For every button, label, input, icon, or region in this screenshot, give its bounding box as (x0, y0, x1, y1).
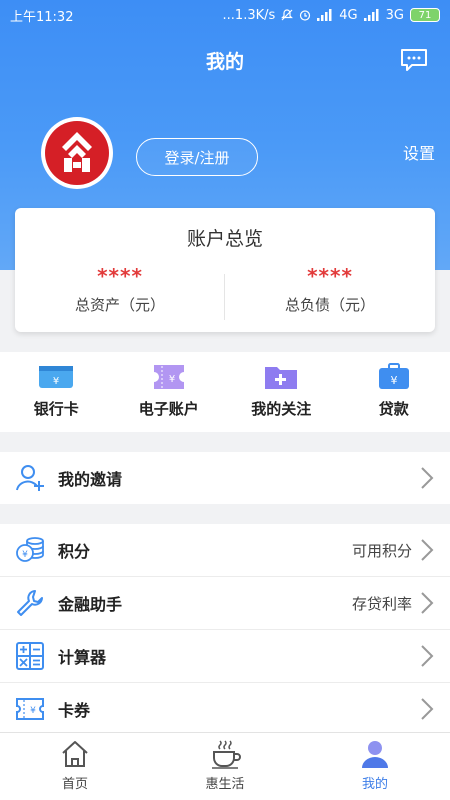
points-coins-icon: ¥ (16, 537, 44, 562)
svg-text:¥: ¥ (390, 374, 397, 387)
user-icon (362, 741, 388, 768)
total-assets[interactable]: **** 总资产（元） (15, 264, 225, 315)
quick-action-label: 电子账户 (138, 400, 199, 418)
message-icon[interactable] (400, 48, 428, 72)
invite-label: 我的邀请 (58, 470, 123, 489)
chevron-right-icon (421, 698, 434, 720)
svg-text:¥: ¥ (53, 376, 59, 387)
svg-text:¥: ¥ (22, 550, 28, 560)
menu-label: 卡券 (58, 701, 91, 720)
add-person-icon (16, 465, 44, 491)
chevron-right-icon (421, 592, 434, 614)
menu-row-finance-assistant[interactable]: 金融助手 存贷利率 (0, 577, 450, 629)
bank-logo-icon (45, 121, 109, 185)
quick-action-label: 银行卡 (33, 400, 79, 418)
signal-icon (317, 9, 332, 21)
bank-logo-avatar[interactable] (41, 117, 113, 189)
total-assets-value: **** (97, 264, 143, 288)
menu-hint: 可用积分 (351, 541, 412, 560)
status-indicators: ...1.3K/s 4G 3G 71 (223, 8, 440, 23)
svg-text:¥: ¥ (30, 706, 36, 716)
chevron-right-icon (421, 645, 434, 667)
menu-label: 计算器 (58, 648, 107, 667)
chevron-right-icon (421, 467, 434, 489)
svg-text:¥: ¥ (169, 374, 175, 385)
network-type-1: 4G (339, 7, 358, 23)
title-bar: 我的 (0, 40, 450, 80)
wrench-icon (17, 590, 43, 616)
loan-briefcase-icon: ¥ (378, 363, 409, 389)
alarm-icon (300, 10, 311, 21)
settings-link[interactable]: 设置 (403, 140, 435, 164)
quick-action-loan[interactable]: ¥ 贷款 (338, 352, 450, 432)
chevron-right-icon (421, 539, 434, 561)
menu-row-points[interactable]: ¥ 积分 可用积分 (0, 524, 450, 576)
quick-action-label: 我的关注 (251, 400, 312, 418)
status-time: 上午11:32 (10, 9, 74, 25)
mute-icon (281, 9, 294, 21)
bank-card-icon: ¥ (39, 366, 74, 388)
tab-label: 我的 (361, 777, 388, 792)
menu-row-coupons[interactable]: ¥ 卡券 (0, 683, 450, 735)
quick-action-label: 贷款 (378, 400, 409, 418)
total-assets-label: 总资产（元） (74, 296, 165, 314)
total-liabilities-value: **** (307, 264, 353, 288)
menu-row-calculator[interactable]: 计算器 (0, 630, 450, 682)
tab-mine[interactable]: 我的 (300, 733, 450, 800)
login-register-button[interactable]: 登录/注册 (136, 138, 258, 176)
coupon-icon: ¥ (16, 698, 44, 720)
tab-home[interactable]: 首页 (0, 733, 150, 800)
menu-label: 积分 (58, 542, 91, 561)
tab-life[interactable]: 惠生活 (150, 733, 300, 800)
favorites-folder-icon (265, 367, 298, 389)
quick-actions: ¥ 银行卡 ¥ 电子账户 我的关注 ¥ 贷款 (0, 352, 450, 432)
invite-row[interactable]: 我的邀请 (0, 452, 450, 504)
status-bar: 上午11:32 ...1.3K/s 4G 3G 71 (0, 0, 450, 30)
tab-label: 首页 (61, 777, 88, 792)
account-overview-card[interactable]: 账户总览 **** 总资产（元） **** 总负债（元） (15, 208, 435, 332)
quick-action-e-account[interactable]: ¥ 电子账户 (113, 352, 226, 432)
battery-icon: 71 (410, 8, 440, 22)
e-account-icon: ¥ (153, 365, 184, 389)
calculator-icon (16, 642, 44, 670)
tab-label: 惠生活 (205, 777, 245, 792)
overview-title: 账户总览 (186, 228, 263, 250)
coffee-cup-icon (212, 740, 241, 769)
total-liabilities-label: 总负债（元） (284, 296, 375, 314)
menu-hint: 存贷利率 (351, 594, 412, 613)
quick-action-favorites[interactable]: 我的关注 (225, 352, 338, 432)
network-speed: ...1.3K/s (222, 7, 276, 23)
page-title: 我的 (205, 50, 244, 73)
bottom-navigation: 首页 惠生活 我的 (0, 732, 450, 800)
quick-action-bank-card[interactable]: ¥ 银行卡 (0, 352, 113, 432)
network-type-2: 3G (385, 7, 404, 23)
menu-label: 金融助手 (58, 595, 123, 614)
signal-icon-2 (363, 9, 379, 21)
total-liabilities[interactable]: **** 总负债（元） (225, 264, 435, 315)
home-icon (62, 741, 88, 767)
